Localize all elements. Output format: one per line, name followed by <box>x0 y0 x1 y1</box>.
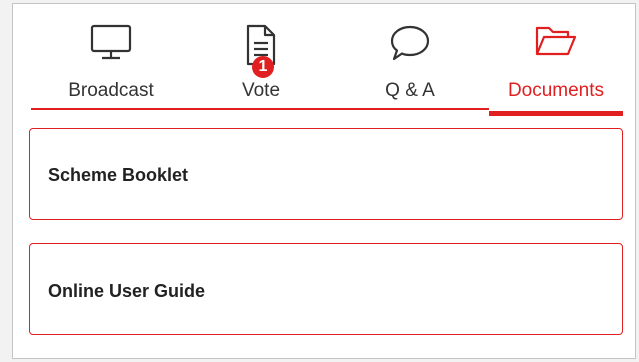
speech-bubble-icon <box>389 24 431 67</box>
tab-label: Q & A <box>385 80 435 101</box>
tab-bar: Broadcast 1 Vote Q & A Documents <box>13 4 635 120</box>
document-item-scheme-booklet[interactable]: Scheme Booklet <box>29 128 623 220</box>
tab-vote[interactable]: 1 Vote <box>191 4 331 120</box>
documents-panel: Broadcast 1 Vote Q & A Documents Scheme … <box>12 3 636 359</box>
tab-label: Broadcast <box>68 80 154 101</box>
document-item-online-user-guide[interactable]: Online User Guide <box>29 243 623 335</box>
tab-documents[interactable]: Documents <box>489 4 623 120</box>
tab-divider <box>191 108 331 110</box>
tab-broadcast[interactable]: Broadcast <box>31 4 191 120</box>
tab-qa[interactable]: Q & A <box>331 4 489 120</box>
tab-divider <box>331 108 489 110</box>
active-tab-indicator <box>489 111 623 116</box>
monitor-icon <box>90 24 132 65</box>
notification-badge: 1 <box>252 56 274 78</box>
document-title: Online User Guide <box>48 281 206 301</box>
document-title: Scheme Booklet <box>48 165 189 185</box>
tab-divider <box>31 108 191 110</box>
tab-label: Vote <box>241 80 281 101</box>
tab-label: Documents <box>507 80 605 101</box>
folder-open-icon <box>534 24 578 63</box>
